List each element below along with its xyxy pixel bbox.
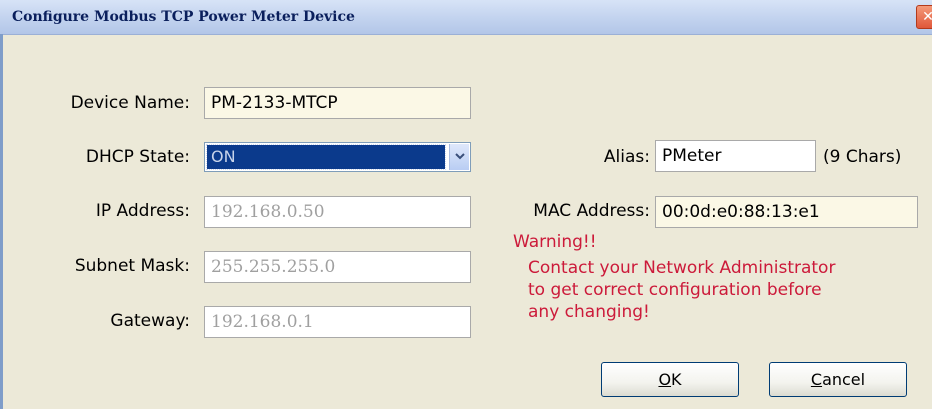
dhcp-state-select[interactable]: ON	[204, 142, 471, 172]
dhcp-state-label: DHCP State:	[85, 147, 190, 167]
window-frame	[0, 34, 3, 409]
warning-line-3: any changing!	[528, 302, 650, 322]
ip-address-label: IP Address:	[95, 201, 190, 221]
title-bar[interactable]: Configure Modbus TCP Power Meter Device	[0, 0, 932, 35]
subnet-mask-label: Subnet Mask:	[74, 256, 190, 276]
alias-field[interactable]: PMeter	[655, 140, 816, 172]
alias-label: Alias:	[603, 147, 650, 167]
subnet-mask-field[interactable]: 255.255.255.0	[204, 251, 471, 283]
warning-line-1: Contact your Network Administrator	[528, 258, 836, 278]
cancel-button-label: ancel	[822, 370, 866, 389]
window-title: Configure Modbus TCP Power Meter Device	[12, 9, 355, 25]
dhcp-state-value: ON	[206, 144, 446, 170]
ok-button-accel: O	[658, 370, 672, 389]
ok-button[interactable]: OK	[601, 362, 739, 397]
warning-line-2: to get correct configuration before	[528, 280, 822, 300]
ok-button-label: K	[671, 370, 682, 389]
device-name-field[interactable]: PM-2133-MTCP	[204, 87, 471, 119]
alias-hint: (9 Chars)	[823, 147, 902, 167]
mac-address-label: MAC Address:	[533, 201, 650, 221]
gateway-label: Gateway:	[110, 311, 190, 331]
gateway-field[interactable]: 192.168.0.1	[204, 306, 471, 338]
chevron-down-icon	[455, 153, 465, 160]
device-name-label: Device Name:	[70, 93, 190, 113]
ip-address-field[interactable]: 192.168.0.50	[204, 196, 471, 228]
dropdown-button[interactable]	[449, 144, 469, 170]
close-button[interactable]: ✕	[916, 5, 932, 29]
cancel-button-accel: C	[810, 370, 823, 389]
cancel-button[interactable]: Cancel	[769, 362, 907, 397]
mac-address-field[interactable]: 00:0d:e0:88:13:e1	[655, 196, 918, 228]
warning-title: Warning!!	[513, 232, 597, 252]
close-icon: ✕	[922, 9, 932, 25]
